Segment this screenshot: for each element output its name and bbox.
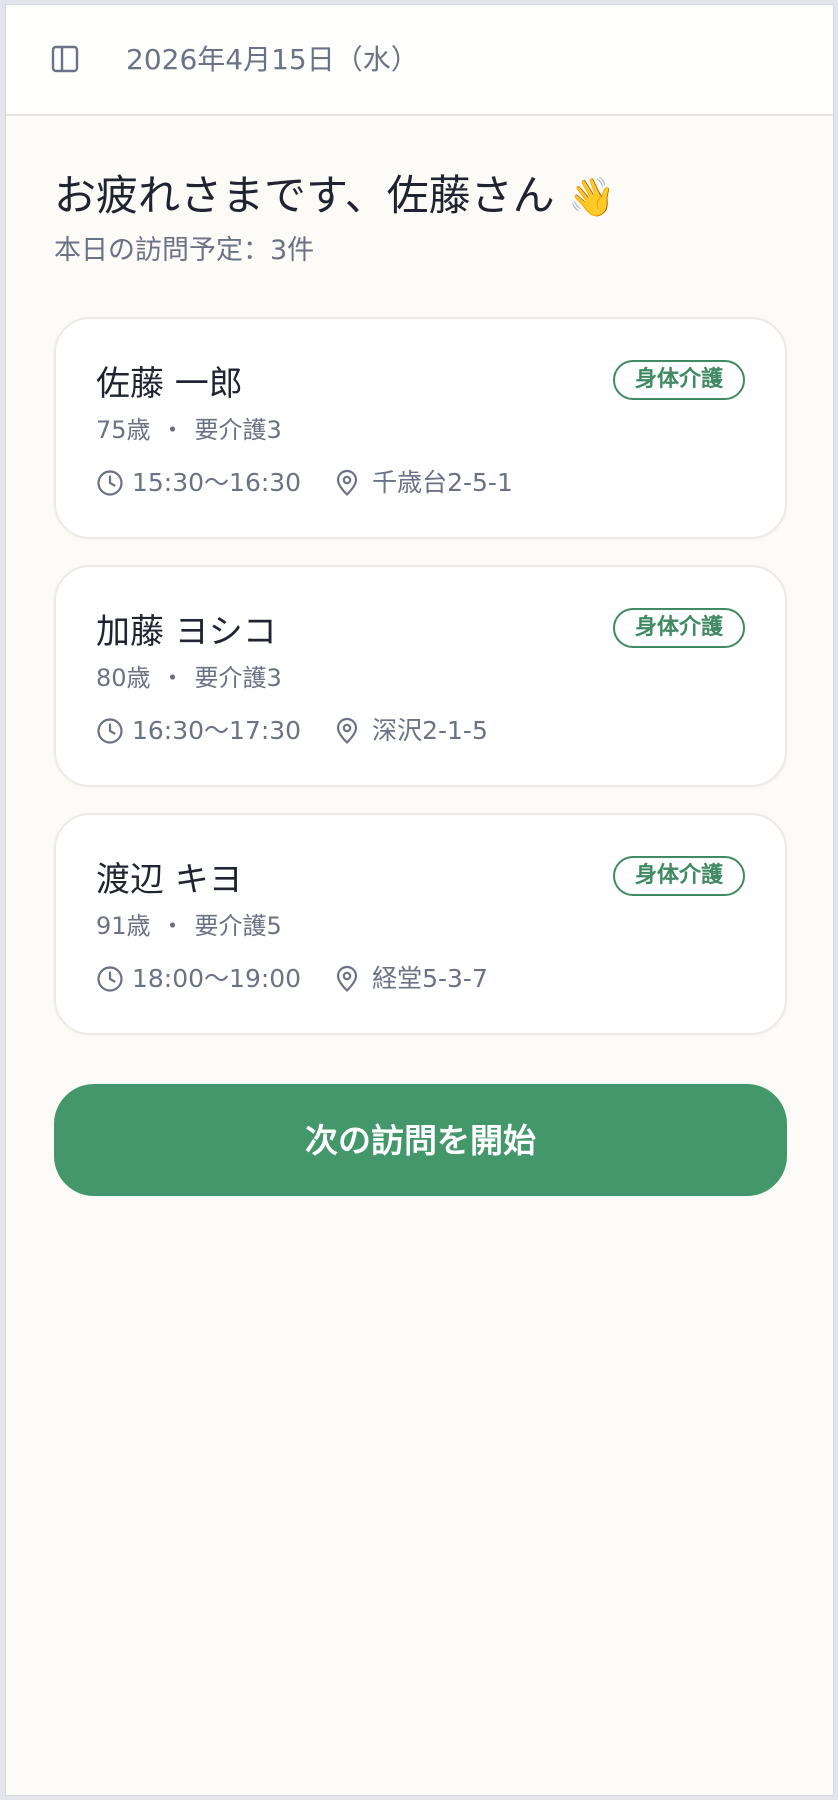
meta-separator: ・ bbox=[160, 912, 185, 940]
greeting-text: お疲れさまです、佐藤さん bbox=[54, 171, 555, 220]
header-date: 2026年4月15日（水） bbox=[126, 43, 419, 76]
meta-separator: ・ bbox=[160, 416, 185, 444]
visit-location: 千歳台2-5-1 bbox=[333, 467, 513, 499]
visit-location: 深沢2-1-5 bbox=[333, 715, 488, 747]
client-care-level: 要介護3 bbox=[194, 416, 282, 444]
service-type-badge: 身体介護 bbox=[612, 608, 745, 648]
client-meta: 75歳・要介護3 bbox=[96, 415, 282, 445]
client-name: 佐藤 一郎 bbox=[96, 364, 243, 404]
client-care-level: 要介護3 bbox=[194, 664, 282, 692]
visit-address: 千歳台2-5-1 bbox=[372, 468, 513, 497]
client-meta: 91歳・要介護5 bbox=[96, 911, 282, 941]
client-name: 加藤 ヨシコ bbox=[96, 612, 277, 652]
waving-hand-icon: 👋 bbox=[568, 175, 616, 219]
sidebar-toggle-icon[interactable] bbox=[51, 45, 79, 73]
visit-info-row: 18:00〜19:00 経堂5-3-7 bbox=[96, 963, 488, 995]
client-meta: 80歳・要介護3 bbox=[96, 663, 282, 693]
visit-time: 18:00〜19:00 bbox=[132, 964, 302, 993]
map-pin-icon bbox=[336, 469, 358, 496]
visit-card[interactable]: 加藤 ヨシコ 80歳・要介護3 身体介護 16:30〜17:30 深沢2-1-5 bbox=[54, 565, 787, 787]
visit-address: 深沢2-1-5 bbox=[372, 716, 488, 745]
client-name: 渡辺 キヨ bbox=[96, 860, 243, 900]
visit-list: 佐藤 一郎 75歳・要介護3 身体介護 15:30〜16:30 千歳台2-5-1 bbox=[54, 317, 787, 1061]
visit-card[interactable]: 渡辺 キヨ 91歳・要介護5 身体介護 18:00〜19:00 経堂5-3-7 bbox=[54, 813, 787, 1035]
map-pin-icon bbox=[336, 717, 358, 744]
map-pin-icon bbox=[336, 965, 358, 992]
visit-info-row: 16:30〜17:30 深沢2-1-5 bbox=[96, 715, 488, 747]
visit-info-row: 15:30〜16:30 千歳台2-5-1 bbox=[96, 467, 513, 499]
service-type-badge: 身体介護 bbox=[612, 856, 745, 896]
app-frame: 2026年4月15日（水） お疲れさまです、佐藤さん 👋 本日の訪問予定：3件 … bbox=[5, 4, 834, 1796]
client-age: 91歳 bbox=[96, 912, 151, 940]
visit-count-subtitle: 本日の訪問予定：3件 bbox=[54, 235, 315, 266]
meta-separator: ・ bbox=[160, 664, 185, 692]
clock-icon bbox=[97, 718, 123, 744]
app-header: 2026年4月15日（水） bbox=[6, 5, 833, 116]
clock-icon bbox=[97, 470, 123, 496]
visit-card[interactable]: 佐藤 一郎 75歳・要介護3 身体介護 15:30〜16:30 千歳台2-5-1 bbox=[54, 317, 787, 539]
greeting-title: お疲れさまです、佐藤さん 👋 bbox=[54, 170, 615, 223]
visit-time: 15:30〜16:30 bbox=[132, 468, 302, 497]
visit-address: 経堂5-3-7 bbox=[372, 964, 488, 993]
service-type-badge: 身体介護 bbox=[612, 360, 745, 400]
visit-time: 16:30〜17:30 bbox=[132, 716, 302, 745]
client-age: 75歳 bbox=[96, 416, 151, 444]
clock-icon bbox=[97, 966, 123, 992]
start-next-visit-button[interactable]: 次の訪問を開始 bbox=[54, 1084, 787, 1196]
client-age: 80歳 bbox=[96, 664, 151, 692]
visit-location: 経堂5-3-7 bbox=[333, 963, 488, 995]
client-care-level: 要介護5 bbox=[194, 912, 282, 940]
